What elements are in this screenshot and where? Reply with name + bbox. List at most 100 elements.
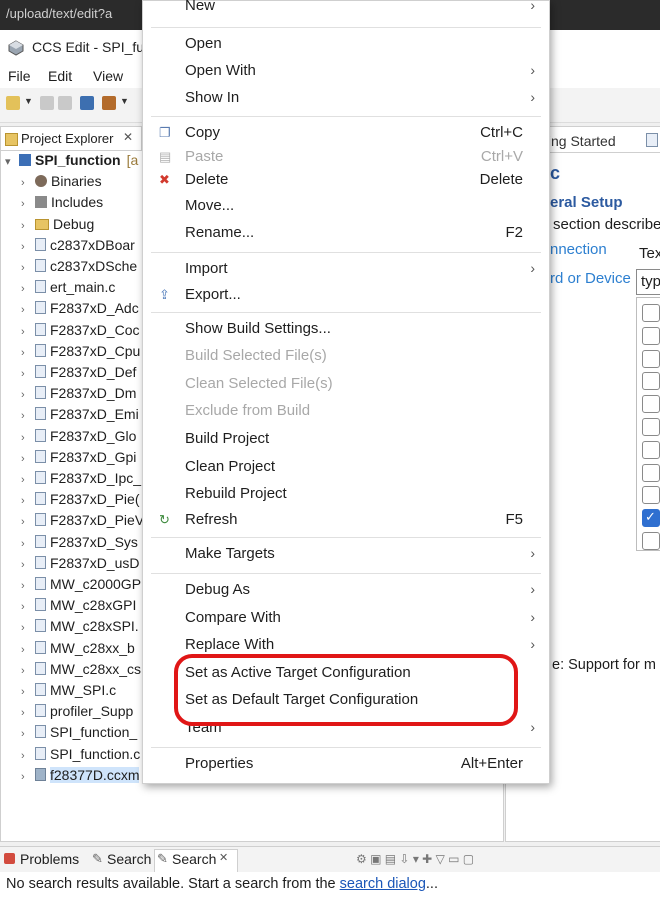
tree-item[interactable]: › MW_c28xSPI. — [21, 618, 139, 639]
device-checkbox[interactable] — [642, 326, 660, 345]
close-icon[interactable]: ✕ — [123, 130, 133, 144]
tree-item[interactable]: › profiler_Supp — [21, 703, 133, 724]
dropdown-arrow-icon[interactable]: ▼ — [120, 96, 129, 110]
chevron-right-icon[interactable]: › — [21, 220, 33, 232]
chevron-right-icon[interactable]: › — [21, 559, 33, 571]
panel-toolbar-icons[interactable]: ⚙ ▣ ▤ ⇩ ▾ ✚ ▽ ▭ ▢ — [356, 852, 474, 866]
tree-item[interactable]: › F2837xD_Coc — [21, 322, 140, 343]
tree-item[interactable]: › MW_c28xx_b — [21, 640, 135, 661]
tab-search[interactable]: Search — [107, 851, 151, 867]
chevron-right-icon[interactable]: › — [21, 728, 33, 740]
tree-item[interactable]: › F2837xD_Dm — [21, 385, 136, 406]
tree-item[interactable]: › F2837xD_Gpi — [21, 449, 136, 470]
device-checkbox[interactable] — [642, 532, 660, 550]
board-device-label[interactable]: rd or Device — [550, 270, 631, 287]
menu-item-import[interactable]: Import › — [143, 258, 549, 282]
menu-item-rebuild-project[interactable]: Rebuild Project — [143, 483, 549, 507]
menu-item-set-as-active-target-configuration[interactable]: Set as Active Target Configuration — [143, 662, 549, 686]
menu-item-open[interactable]: Open — [143, 33, 549, 57]
menu-item-show-in[interactable]: Show In › — [143, 87, 549, 111]
chevron-right-icon[interactable]: › — [21, 198, 33, 210]
chevron-right-icon[interactable]: › — [21, 771, 33, 783]
chevron-right-icon[interactable]: › — [21, 622, 33, 634]
tree-item[interactable]: › MW_c28xx_cs — [21, 661, 141, 682]
chevron-right-icon[interactable]: › — [21, 538, 33, 550]
tab-search-active[interactable]: Search — [172, 851, 216, 867]
tree-item[interactable]: › MW_c2000GP — [21, 576, 141, 597]
tree-item[interactable]: › F2837xD_Pie( — [21, 491, 140, 512]
tree-item[interactable]: › SPI_function_ — [21, 724, 137, 745]
tree-item[interactable]: › F2837xD_PieV — [21, 512, 144, 533]
chevron-right-icon[interactable]: › — [21, 601, 33, 613]
device-checkbox[interactable] — [642, 395, 660, 414]
dropdown-arrow-icon[interactable]: ▼ — [24, 96, 33, 110]
tree-item[interactable]: › F2837xD_Glo — [21, 428, 136, 449]
chevron-right-icon[interactable]: › — [21, 580, 33, 592]
new-icon[interactable] — [6, 96, 20, 110]
chevron-right-icon[interactable]: › — [21, 474, 33, 486]
tree-item[interactable]: › c2837xDSche — [21, 258, 137, 279]
connection-label[interactable]: nnection — [550, 241, 607, 258]
chevron-right-icon[interactable]: › — [21, 516, 33, 528]
menu-item-properties[interactable]: Properties Alt+Enter — [143, 753, 549, 777]
tree-item[interactable]: › ert_main.c — [21, 279, 115, 300]
menu-edit[interactable]: Edit — [48, 68, 72, 84]
chevron-right-icon[interactable]: › — [21, 410, 33, 422]
menu-item-debug-as[interactable]: Debug As › — [143, 579, 549, 603]
getting-started-tab[interactable]: ting Started — [544, 133, 616, 149]
console-icon[interactable] — [80, 96, 94, 110]
tree-item[interactable]: › F2837xD_usD — [21, 555, 140, 576]
menu-item-new[interactable]: New › — [143, 0, 549, 19]
menu-item-export[interactable]: ⇪ Export... — [143, 284, 549, 308]
save-icon[interactable] — [40, 96, 54, 110]
close-icon[interactable]: ✕ — [219, 851, 228, 864]
menu-item-replace-with[interactable]: Replace With › — [143, 634, 549, 658]
menu-item-refresh[interactable]: ↻ Refresh F5 — [143, 509, 549, 533]
tree-item[interactable]: › Binaries — [21, 173, 102, 194]
connection-value[interactable]: Tex — [639, 245, 660, 262]
menu-item-build-project[interactable]: Build Project — [143, 428, 549, 452]
tree-item[interactable]: › F2837xD_Sys — [21, 534, 138, 555]
tree-item[interactable]: › SPI_function.c — [21, 746, 140, 767]
menu-file[interactable]: File — [8, 68, 31, 84]
chevron-right-icon[interactable]: › — [21, 283, 33, 295]
tree-item[interactable]: › F2837xD_Def — [21, 364, 136, 385]
project-root[interactable]: ▾ SPI_function [a — [5, 152, 138, 173]
chevron-right-icon[interactable]: › — [21, 368, 33, 380]
device-checkbox[interactable] — [642, 440, 660, 459]
project-explorer-tab[interactable]: Project Explorer ✕ — [0, 126, 142, 151]
device-checkbox[interactable] — [642, 349, 660, 368]
chevron-right-icon[interactable]: › — [21, 686, 33, 698]
chevron-right-icon[interactable]: › — [21, 389, 33, 401]
chevron-right-icon[interactable]: › — [21, 453, 33, 465]
tree-item[interactable]: › MW_c28xGPI — [21, 597, 136, 618]
tree-item[interactable]: › F2837xD_Adc — [21, 300, 139, 321]
tab-problems[interactable]: Problems — [20, 851, 79, 867]
chevron-right-icon[interactable]: › — [21, 304, 33, 316]
chevron-right-icon[interactable]: › — [21, 495, 33, 507]
menu-item-show-build-settings[interactable]: Show Build Settings... — [143, 318, 549, 342]
chevron-right-icon[interactable]: › — [21, 241, 33, 253]
chevron-right-icon[interactable]: › — [21, 432, 33, 444]
menu-item-make-targets[interactable]: Make Targets › — [143, 543, 549, 567]
menu-item-clean-project[interactable]: Clean Project — [143, 456, 549, 480]
menu-item-move[interactable]: Move... — [143, 195, 549, 219]
chevron-right-icon[interactable]: › — [21, 177, 33, 189]
tree-item[interactable]: › MW_SPI.c — [21, 682, 116, 703]
chevron-down-icon[interactable]: ▾ — [5, 155, 17, 168]
tree-item[interactable]: › F2837xD_Emi — [21, 406, 139, 427]
tree-item[interactable]: › F2837xD_Cpu — [21, 343, 140, 364]
tree-item[interactable]: › Debug — [21, 216, 94, 237]
tree-item[interactable]: › c2837xDBoar — [21, 237, 135, 258]
device-checkbox[interactable] — [642, 304, 660, 322]
device-checkbox[interactable] — [642, 486, 660, 505]
menu-item-open-with[interactable]: Open With › — [143, 60, 549, 84]
menu-item-delete[interactable]: ✖ Delete Delete — [143, 169, 549, 193]
device-checkbox[interactable] — [642, 463, 660, 482]
chevron-right-icon[interactable]: › — [21, 262, 33, 274]
search-dialog-link[interactable]: search dialog — [340, 876, 426, 892]
chevron-right-icon[interactable]: › — [21, 644, 33, 656]
chevron-right-icon[interactable]: › — [21, 665, 33, 677]
tree-item[interactable]: › Includes — [21, 194, 103, 215]
chevron-right-icon[interactable]: › — [21, 347, 33, 359]
